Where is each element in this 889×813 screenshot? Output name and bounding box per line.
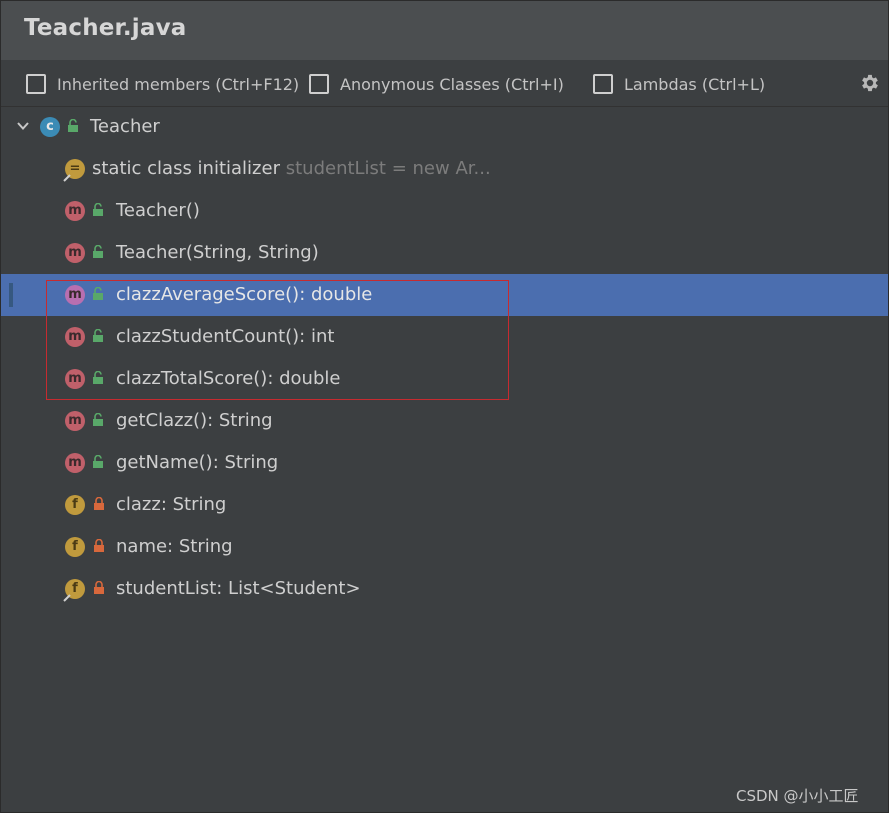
tree-label: studentList: List<Student> [116,578,361,599]
lambdas-label: Lambdas (Ctrl+L) [624,74,766,94]
tree-label: Teacher(String, String) [116,242,319,263]
public-lock-icon [93,203,103,216]
tree-row-field-student-list[interactable]: f studentList: List<Student> [1,568,888,610]
method-icon: m [65,243,85,263]
tree-label: Teacher() [116,200,200,221]
anonymous-classes-label: Anonymous Classes (Ctrl+I) [340,74,564,94]
anonymous-classes-option[interactable]: Anonymous Classes (Ctrl+I) [309,74,564,94]
tree-row-static-initializer[interactable]: = static class initializer studentList =… [1,148,888,190]
private-lock-icon [94,539,104,552]
popup-header: Teacher.java [1,1,888,60]
tree-row-clazz-student-count[interactable]: m clazzStudentCount(): int [1,316,888,358]
public-lock-icon [93,329,103,342]
tree-label: clazzAverageScore(): double [116,284,373,305]
tree-label: static class initializer studentList = n… [92,158,491,179]
field-icon: f [65,495,85,515]
tree-row-constructor[interactable]: m Teacher() [1,190,888,232]
tree-row-clazz-total-score[interactable]: m clazzTotalScore(): double [1,358,888,400]
private-lock-icon [94,581,104,594]
method-icon: m [65,201,85,221]
tree-row-get-clazz[interactable]: m getClazz(): String [1,400,888,442]
method-icon: m [65,453,85,473]
tree-label: clazzStudentCount(): int [116,326,335,347]
tree-row-field-name[interactable]: f name: String [1,526,888,568]
anonymous-classes-checkbox[interactable] [309,74,329,94]
method-icon: m [65,369,85,389]
method-icon: m [65,327,85,347]
field-icon: f [65,537,85,557]
tree-label: getName(): String [116,452,279,473]
settings-gear-icon[interactable] [859,72,881,94]
inherited-members-checkbox[interactable] [26,74,46,94]
tree-row-constructor-args[interactable]: m Teacher(String, String) [1,232,888,274]
tree-label: name: String [116,536,233,557]
tree-label: getClazz(): String [116,410,273,431]
method-icon: m [65,411,85,431]
lambdas-checkbox[interactable] [593,74,613,94]
initializer-name: static class initializer [92,158,280,179]
tree-row-field-clazz[interactable]: f clazz: String [1,484,888,526]
popup-title: Teacher.java [24,15,187,41]
public-lock-icon [93,455,103,468]
initializer-hint: studentList = new Ar... [285,158,491,179]
selection-marker [9,283,13,307]
options-bar: Inherited members (Ctrl+F12) Anonymous C… [1,60,888,107]
public-lock-icon [93,287,103,300]
tree-row-clazz-average-score[interactable]: m clazzAverageScore(): double [1,274,888,316]
tree-label: clazz: String [116,494,227,515]
tree-row-teacher-class[interactable]: c Teacher [1,106,888,148]
static-pin-icon [63,174,71,182]
tree-label: clazzTotalScore(): double [116,368,341,389]
public-lock-icon [68,119,78,132]
tree-row-get-name[interactable]: m getName(): String [1,442,888,484]
lambdas-option[interactable]: Lambdas (Ctrl+L) [593,74,765,94]
method-icon: m [65,285,85,305]
chevron-down-icon[interactable] [15,118,31,134]
public-lock-icon [93,413,103,426]
inherited-members-label: Inherited members (Ctrl+F12) [57,74,300,94]
class-icon: c [40,117,60,137]
watermark: CSDN @小小工匠 [736,787,859,805]
public-lock-icon [93,245,103,258]
public-lock-icon [93,371,103,384]
private-lock-icon [94,497,104,510]
inherited-members-option[interactable]: Inherited members (Ctrl+F12) [26,74,299,94]
tree-label: Teacher [90,116,160,137]
static-pin-icon [63,594,71,602]
